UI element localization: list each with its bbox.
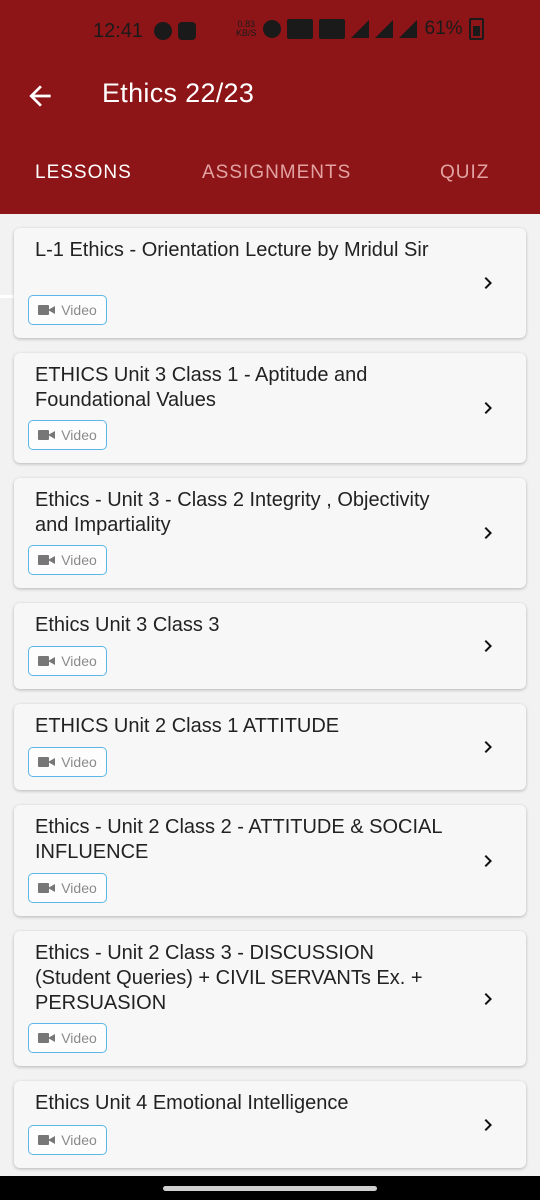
chevron-right-icon bbox=[484, 993, 492, 1005]
network-speed: 0.83 KB/S bbox=[236, 19, 257, 38]
lesson-title: Ethics - Unit 2 Class 2 - ATTITUDE & SOC… bbox=[35, 816, 442, 863]
video-camera-icon bbox=[38, 1134, 56, 1146]
lesson-title: Ethics Unit 4 Emotional Intelligence bbox=[35, 1092, 349, 1114]
wifi-icon bbox=[350, 20, 369, 38]
video-chip-label: Video bbox=[61, 653, 97, 669]
tab-assignments[interactable]: ASSIGNMENTS bbox=[202, 162, 351, 184]
app-bar: Ethics 22/23 LESSONS ASSIGNMENTS QUIZ bbox=[0, 64, 540, 298]
lesson-title: ETHICS Unit 2 Class 1 ATTITUDE bbox=[35, 715, 340, 737]
home-gesture-handle[interactable] bbox=[163, 1186, 377, 1191]
video-camera-icon bbox=[38, 429, 56, 441]
battery-icon bbox=[468, 18, 484, 40]
signal-2-icon bbox=[398, 20, 417, 38]
lesson-title: Ethics - Unit 2 Class 3 - DISCUSSION (St… bbox=[35, 942, 423, 1014]
video-camera-icon bbox=[38, 756, 56, 768]
video-chip-label: Video bbox=[61, 552, 97, 568]
arrow-left-icon[interactable] bbox=[24, 80, 56, 112]
video-chip: Video bbox=[28, 873, 107, 903]
tab-bar: LESSONS ASSIGNMENTS QUIZ bbox=[0, 148, 540, 298]
video-chip-label: Video bbox=[61, 1030, 97, 1046]
system-nav-bar bbox=[0, 1176, 540, 1200]
chevron-right-icon bbox=[484, 277, 492, 289]
lesson-card[interactable]: Ethics - Unit 3 - Class 2 Integrity , Ob… bbox=[14, 478, 526, 588]
video-camera-icon bbox=[38, 655, 56, 667]
video-chip: Video bbox=[28, 1125, 107, 1155]
tab-quiz[interactable]: QUIZ bbox=[440, 162, 489, 184]
lesson-title: ETHICS Unit 3 Class 1 - Aptitude and Fou… bbox=[35, 364, 368, 411]
image-notification-icon bbox=[178, 22, 196, 40]
video-chip: Video bbox=[28, 545, 107, 575]
video-chip: Video bbox=[28, 747, 107, 777]
signal-icon bbox=[374, 20, 393, 38]
lesson-title: Ethics Unit 3 Class 3 bbox=[35, 614, 220, 636]
lesson-title: L-1 Ethics - Orientation Lecture by Mrid… bbox=[35, 239, 429, 261]
video-chip: Video bbox=[28, 1023, 107, 1053]
lesson-card[interactable]: Ethics Unit 3 Class 3 Video bbox=[14, 603, 526, 689]
battery-percent: 61% bbox=[424, 18, 463, 39]
alarm-icon bbox=[262, 20, 281, 38]
volte-2-icon bbox=[318, 19, 345, 39]
video-chip: Video bbox=[28, 420, 107, 450]
chevron-right-icon bbox=[484, 402, 492, 414]
tab-lessons[interactable]: LESSONS bbox=[35, 162, 132, 184]
chevron-right-icon bbox=[484, 527, 492, 539]
video-chip-label: Video bbox=[61, 754, 97, 770]
video-camera-icon bbox=[38, 554, 56, 566]
video-chip-label: Video bbox=[61, 427, 97, 443]
lesson-title: Ethics - Unit 3 - Class 2 Integrity , Ob… bbox=[35, 489, 430, 536]
chevron-right-icon bbox=[484, 741, 492, 753]
video-camera-icon bbox=[38, 1032, 56, 1044]
chevron-right-icon bbox=[484, 855, 492, 867]
status-time: 12:41 bbox=[93, 20, 144, 42]
lesson-card[interactable]: Ethics Unit 4 Emotional Intelligence Vid… bbox=[14, 1081, 526, 1168]
chevron-right-icon bbox=[484, 640, 492, 652]
video-chip-label: Video bbox=[61, 302, 97, 318]
app-notification-icon bbox=[154, 22, 172, 40]
lesson-card[interactable]: ETHICS Unit 2 Class 1 ATTITUDE Video bbox=[14, 704, 526, 790]
video-chip: Video bbox=[28, 295, 107, 325]
lesson-card[interactable]: L-1 Ethics - Orientation Lecture by Mrid… bbox=[14, 228, 526, 338]
page-title: Ethics 22/23 bbox=[102, 78, 255, 108]
video-camera-icon bbox=[38, 882, 56, 894]
chevron-right-icon bbox=[484, 1119, 492, 1131]
lesson-card[interactable]: ETHICS Unit 3 Class 1 - Aptitude and Fou… bbox=[14, 353, 526, 463]
notification-icons bbox=[154, 22, 196, 40]
video-chip-label: Video bbox=[61, 880, 97, 896]
lesson-card[interactable]: Ethics - Unit 2 Class 3 - DISCUSSION (St… bbox=[14, 931, 526, 1066]
lesson-card[interactable]: Ethics - Unit 2 Class 2 - ATTITUDE & SOC… bbox=[14, 805, 526, 916]
volte-icon bbox=[286, 19, 313, 39]
video-chip: Video bbox=[28, 646, 107, 676]
system-icons: 0.83 KB/S 61% bbox=[236, 18, 484, 40]
video-camera-icon bbox=[38, 304, 56, 316]
video-chip-label: Video bbox=[61, 1132, 97, 1148]
status-bar: 12:41 0.83 KB/S 61% bbox=[0, 0, 540, 64]
